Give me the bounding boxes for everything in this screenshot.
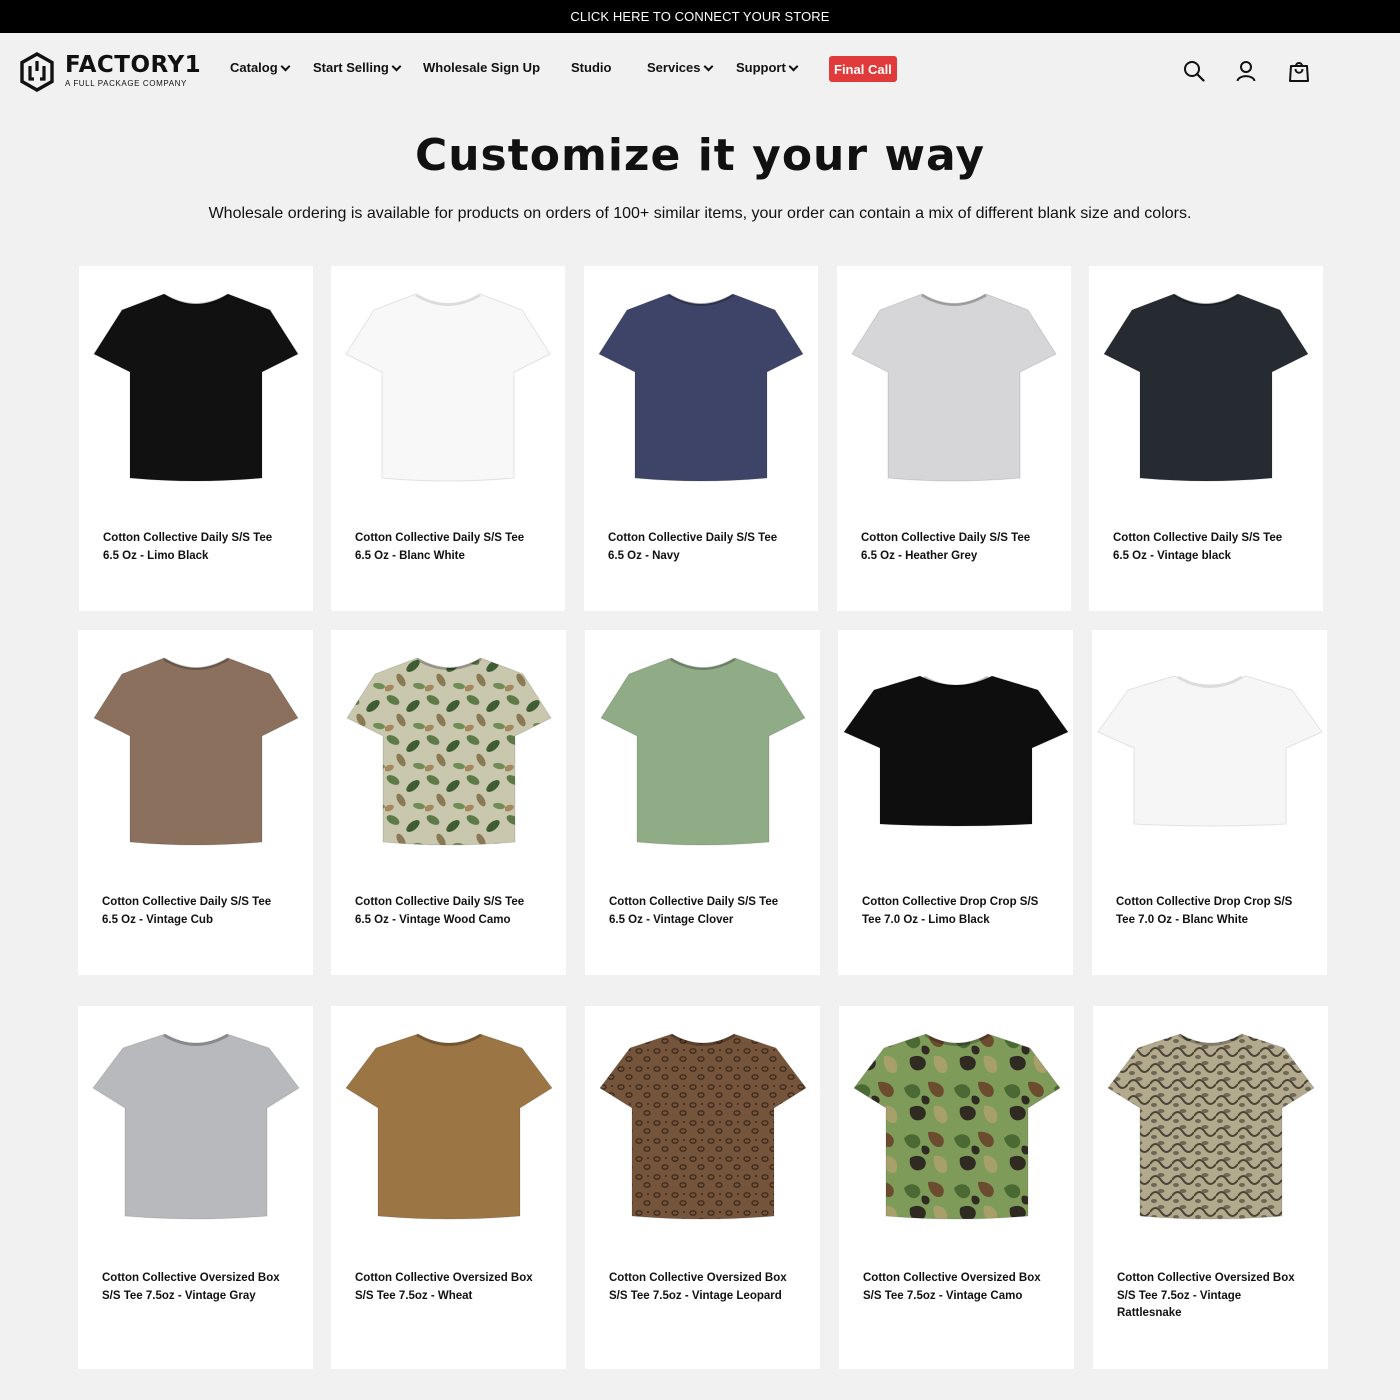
product-image xyxy=(92,657,299,846)
product-name[interactable]: Cotton Collective Drop Crop S/S Tee 7.0 … xyxy=(862,894,1049,929)
product-card[interactable]: Cotton Collective Oversized Box S/S Tee … xyxy=(78,1006,313,1369)
nav-studio[interactable]: Studio xyxy=(571,60,611,75)
product-card[interactable]: Cotton Collective Drop Crop S/S Tee 7.0 … xyxy=(1092,630,1327,975)
product-name[interactable]: Cotton Collective Daily S/S Tee 6.5 Oz -… xyxy=(355,530,541,565)
product-name[interactable]: Cotton Collective Daily S/S Tee 6.5 Oz -… xyxy=(1113,530,1299,565)
product-card[interactable]: Cotton Collective Oversized Box S/S Tee … xyxy=(839,1006,1074,1369)
product-card[interactable]: Cotton Collective Daily S/S Tee 6.5 Oz -… xyxy=(1089,266,1323,611)
product-card[interactable]: Cotton Collective Oversized Box S/S Tee … xyxy=(585,1006,820,1369)
product-card[interactable]: Cotton Collective Oversized Box S/S Tee … xyxy=(331,1006,566,1369)
product-card[interactable]: Cotton Collective Daily S/S Tee 6.5 Oz -… xyxy=(79,266,313,611)
page-title: Customize it your way xyxy=(414,130,986,181)
product-card[interactable]: Cotton Collective Daily S/S Tee 6.5 Oz -… xyxy=(78,630,313,975)
nav-start-selling-label: Start Selling xyxy=(313,60,389,75)
logo[interactable]: FACTORY1 A FULL PACKAGE COMPANY xyxy=(20,52,201,92)
product-card[interactable]: Cotton Collective Drop Crop S/S Tee 7.0 … xyxy=(838,630,1073,975)
final-call-label: Final Call xyxy=(834,61,892,77)
final-call-button[interactable]: Final Call xyxy=(829,56,897,82)
cart-icon[interactable] xyxy=(1287,59,1311,83)
hexagon-logo-icon xyxy=(20,52,54,92)
nav-wholesale-label: Wholesale Sign Up xyxy=(423,60,541,75)
product-image xyxy=(93,293,299,482)
product-card[interactable]: Cotton Collective Daily S/S Tee 6.5 Oz -… xyxy=(837,266,1071,611)
product-image xyxy=(599,657,806,846)
chevron-down-icon xyxy=(280,61,291,71)
product-image xyxy=(1103,293,1309,482)
product-image xyxy=(598,1033,807,1220)
product-image xyxy=(345,657,552,846)
product-name[interactable]: Cotton Collective Daily S/S Tee 6.5 Oz -… xyxy=(355,894,542,929)
page-subtitle: Wholesale ordering is available for prod… xyxy=(208,205,1192,222)
product-card[interactable]: Cotton Collective Daily S/S Tee 6.5 Oz -… xyxy=(584,266,818,611)
product-image xyxy=(1106,1033,1315,1220)
announcement-bar[interactable]: CLICK HERE TO CONNECT YOUR STORE xyxy=(0,0,1400,33)
nav-support-label: Support xyxy=(736,60,786,75)
logo-tagline: A FULL PACKAGE COMPANY xyxy=(65,79,187,88)
product-image xyxy=(345,293,551,482)
site-header: FACTORY1 A FULL PACKAGE COMPANY Catalog … xyxy=(0,33,1400,113)
product-card[interactable]: Cotton Collective Oversized Box S/S Tee … xyxy=(1093,1006,1328,1369)
logo-name: FACTORY1 xyxy=(65,52,202,78)
chevron-down-icon xyxy=(788,61,799,71)
account-icon[interactable] xyxy=(1234,59,1258,83)
nav-support[interactable]: Support xyxy=(736,60,799,75)
product-image xyxy=(598,293,804,482)
product-name[interactable]: Cotton Collective Oversized Box S/S Tee … xyxy=(102,1270,289,1305)
product-name[interactable]: Cotton Collective Daily S/S Tee 6.5 Oz -… xyxy=(608,530,794,565)
product-card[interactable]: Cotton Collective Daily S/S Tee 6.5 Oz -… xyxy=(585,630,820,975)
nav-studio-label: Studio xyxy=(571,60,612,75)
nav-services-label: Services xyxy=(647,60,701,75)
product-name[interactable]: Cotton Collective Daily S/S Tee 6.5 Oz -… xyxy=(609,894,796,929)
product-name[interactable]: Cotton Collective Daily S/S Tee 6.5 Oz -… xyxy=(861,530,1047,565)
product-name[interactable]: Cotton Collective Daily S/S Tee 6.5 Oz -… xyxy=(102,894,289,929)
product-card[interactable]: Cotton Collective Daily S/S Tee 6.5 Oz -… xyxy=(331,266,565,611)
announcement-text: CLICK HERE TO CONNECT YOUR STORE xyxy=(570,9,830,24)
product-image xyxy=(344,1033,553,1220)
product-name[interactable]: Cotton Collective Daily S/S Tee 6.5 Oz -… xyxy=(103,530,289,565)
nav-catalog[interactable]: Catalog xyxy=(230,60,291,75)
nav-wholesale-sign-up[interactable]: Wholesale Sign Up xyxy=(423,60,540,75)
product-name[interactable]: Cotton Collective Oversized Box S/S Tee … xyxy=(863,1270,1050,1305)
product-image xyxy=(1096,675,1323,827)
product-image xyxy=(842,675,1069,827)
product-name[interactable]: Cotton Collective Oversized Box S/S Tee … xyxy=(1117,1270,1304,1323)
product-image xyxy=(91,1033,300,1220)
product-name[interactable]: Cotton Collective Drop Crop S/S Tee 7.0 … xyxy=(1116,894,1303,929)
product-image xyxy=(851,293,1057,482)
nav-services[interactable]: Services xyxy=(647,60,713,75)
product-image xyxy=(852,1033,1061,1220)
chevron-down-icon xyxy=(391,61,402,71)
product-name[interactable]: Cotton Collective Oversized Box S/S Tee … xyxy=(609,1270,796,1305)
product-card[interactable]: Cotton Collective Daily S/S Tee 6.5 Oz -… xyxy=(331,630,566,975)
chevron-down-icon xyxy=(703,61,713,71)
product-name[interactable]: Cotton Collective Oversized Box S/S Tee … xyxy=(355,1270,542,1305)
nav-start-selling[interactable]: Start Selling xyxy=(313,60,402,75)
nav-catalog-label: Catalog xyxy=(230,60,278,75)
search-icon[interactable] xyxy=(1182,59,1206,83)
